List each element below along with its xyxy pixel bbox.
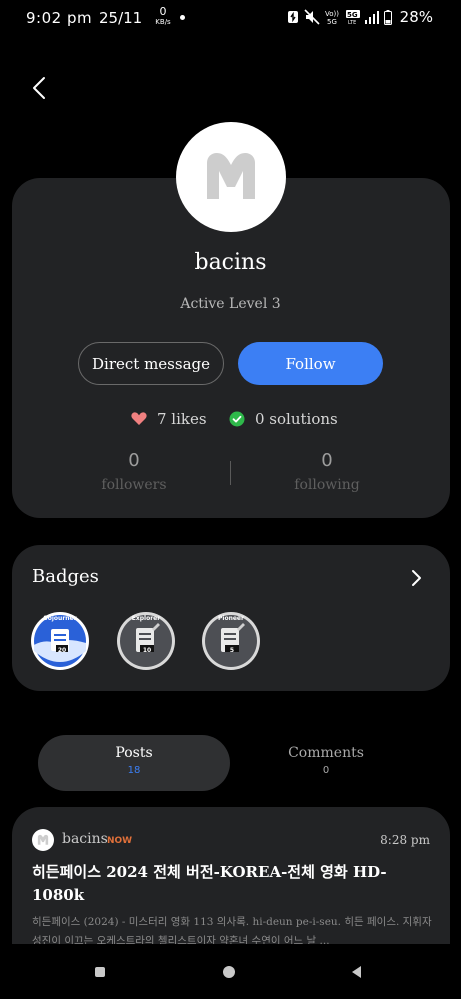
- notification-icon: [287, 11, 298, 23]
- tab-posts-count: 18: [127, 765, 141, 776]
- username: bacins: [194, 250, 267, 275]
- volte-icon: Vo)) 5G: [325, 10, 339, 25]
- likes-count: 7 likes: [157, 410, 207, 428]
- system-back-button[interactable]: [352, 966, 361, 978]
- heart-icon: [131, 412, 147, 425]
- avatar[interactable]: [176, 122, 286, 232]
- 5g-icon: 5G LTE: [345, 10, 360, 25]
- badges-title: Badges: [32, 566, 99, 587]
- svg-text:Vo)): Vo)): [325, 10, 339, 18]
- status-time: 9:02 pm: [26, 9, 93, 27]
- stat-divider: [230, 461, 231, 485]
- network-speed: 0 KB/s: [154, 5, 172, 27]
- svg-text:5G: 5G: [347, 11, 358, 19]
- tab-comments-count: 0: [322, 765, 330, 776]
- author-logo-icon: [37, 834, 49, 845]
- badge-pioneer[interactable]: Pioneer 5: [201, 611, 261, 671]
- notification-dot-icon: [180, 15, 185, 20]
- solutions-stat: 0 solutions: [229, 410, 338, 428]
- battery-level: 28%: [399, 8, 433, 26]
- network-speed-unit: KB/s: [155, 18, 171, 26]
- following-stat[interactable]: 0 following: [267, 450, 387, 493]
- status-date: 25/11: [99, 9, 143, 27]
- follow-button[interactable]: Follow: [238, 342, 383, 385]
- chevron-right-icon: [412, 570, 421, 586]
- badges-more-button[interactable]: [404, 566, 428, 590]
- badge-sojourner[interactable]: Sojourner 20: [30, 611, 90, 671]
- post-card[interactable]: bacins NOW 8:28 pm 히든페이스 2024 전체 버전-KORE…: [12, 807, 450, 957]
- followers-label: followers: [101, 477, 167, 493]
- check-circle-icon: [229, 411, 245, 427]
- network-speed-value: 0: [159, 5, 167, 18]
- badge-explorer-name: Explorer: [131, 615, 161, 622]
- badge-explorer-count: 10: [142, 647, 152, 654]
- signal-icon: [364, 11, 379, 24]
- active-level: Active Level 3: [180, 296, 281, 312]
- post-author[interactable]: bacins: [62, 831, 108, 847]
- badge-pioneer-name: Pioneer: [218, 615, 244, 622]
- profile-page: 9:02 pm 25/11 0 KB/s Vo)) 5G 5G LTE 28% …: [0, 0, 461, 999]
- chevron-left-icon: [33, 77, 45, 99]
- svg-text:LTE: LTE: [348, 20, 356, 25]
- post-time: 8:28 pm: [380, 833, 430, 847]
- followers-stat[interactable]: 0 followers: [74, 450, 194, 493]
- tab-posts-label: Posts: [115, 745, 153, 761]
- battery-icon: [383, 9, 392, 25]
- status-icons: Vo)) 5G 5G LTE 28%: [287, 8, 433, 26]
- tab-comments-label: Comments: [288, 745, 364, 761]
- badge-explorer[interactable]: Explorer 10: [116, 611, 176, 671]
- home-button[interactable]: [223, 966, 235, 978]
- tab-posts[interactable]: Posts 18: [38, 735, 230, 791]
- badge-pioneer-count: 5: [229, 647, 235, 654]
- badge-sojourner-count: 20: [57, 647, 67, 654]
- mute-icon: [304, 9, 320, 25]
- followers-count: 0: [128, 450, 140, 471]
- solutions-count: 0 solutions: [255, 410, 338, 428]
- status-bar: 9:02 pm 25/11 0 KB/s Vo)) 5G 5G LTE 28%: [0, 0, 461, 36]
- svg-text:5G: 5G: [327, 18, 337, 25]
- tab-comments[interactable]: Comments 0: [230, 735, 422, 791]
- back-button[interactable]: [24, 72, 56, 104]
- likes-stat: 7 likes: [131, 410, 207, 428]
- post-author-avatar[interactable]: [32, 829, 54, 851]
- badge-sojourner-name: Sojourner: [43, 615, 77, 622]
- following-label: following: [294, 477, 360, 493]
- direct-message-button[interactable]: Direct message: [78, 342, 224, 385]
- avatar-logo-icon: [207, 153, 255, 199]
- post-title[interactable]: 히든페이스 2024 전체 버전-KOREA-전체 영화 HD-1080k: [32, 861, 427, 907]
- recents-button[interactable]: [95, 967, 105, 977]
- following-count: 0: [321, 450, 333, 471]
- post-now-badge: NOW: [107, 836, 133, 846]
